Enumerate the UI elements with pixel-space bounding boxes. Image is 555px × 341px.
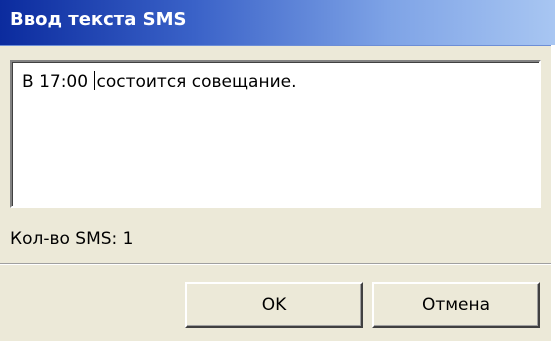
title-bar[interactable]: Ввод текста SMS — [0, 0, 555, 46]
window-title: Ввод текста SMS — [10, 9, 187, 30]
sms-count-label: Кол-во SMS: 1 — [10, 229, 134, 249]
sms-text-input[interactable]: В 17:00 состоится совещание. — [10, 60, 541, 208]
message-text-after-caret: состоится совещание. — [96, 72, 297, 92]
sms-text-dialog: Ввод текста SMS В 17:00 состоится совеща… — [0, 0, 555, 341]
ok-button[interactable]: OK — [185, 282, 363, 328]
cancel-button[interactable]: Отмена — [372, 282, 540, 328]
message-text-before-caret: В 17:00 — [22, 72, 94, 92]
window-right-edge — [551, 45, 555, 341]
button-panel: OK Отмена — [0, 263, 555, 341]
